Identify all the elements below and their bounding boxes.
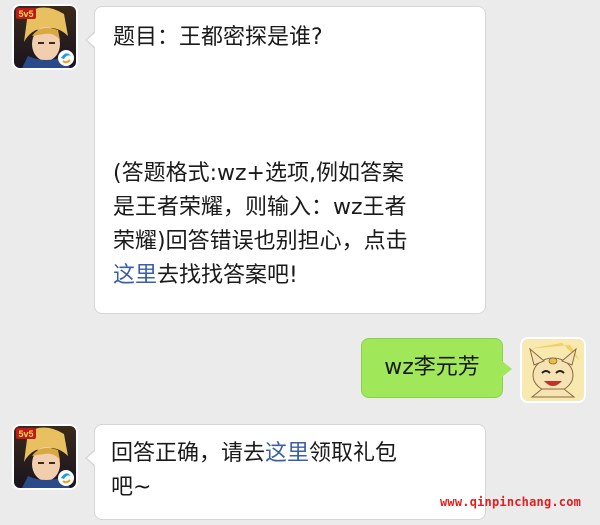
chat-area: 5v5 题目：王都密探是谁? (答题格式:wz+选项,例如答案 是王者荣耀，则输… <box>0 0 600 525</box>
game-account-avatar[interactable]: 5v5 <box>12 4 78 70</box>
find-answer-link[interactable]: 这里 <box>113 263 157 288</box>
hero-portrait-icon: 5v5 <box>14 6 76 68</box>
answer-format-line-1: (答题格式:wz+选项,例如答案 <box>113 161 404 186</box>
reply-message-bubble: 回答正确，请去这里领取礼包 吧~ <box>85 424 486 520</box>
reply-line-2: 吧~ <box>111 475 152 500</box>
question-text: 题目：王都密探是谁? <box>113 25 323 50</box>
user-answer-bubble: wz李元芳 <box>361 338 512 398</box>
reply-suffix: 领取礼包 <box>309 441 398 466</box>
site-watermark: www.qinpinchang.com <box>440 495 582 509</box>
reply-prefix: 回答正确，请去 <box>111 441 266 466</box>
answer-format-line-4: 这里去找找答案吧! <box>113 259 467 293</box>
badge-5v5-text: 5v5 <box>18 9 33 19</box>
claim-gift-link[interactable]: 这里 <box>265 441 309 466</box>
question-message-bubble: 题目：王都密探是谁? (答题格式:wz+选项,例如答案 是王者荣耀，则输入：wz… <box>85 6 486 314</box>
answer-format-line-4-rest: 去找找答案吧! <box>157 263 298 288</box>
cat-avatar-icon <box>522 339 584 401</box>
answer-format-line-2: 是王者荣耀，则输入：wz王者 <box>113 195 407 220</box>
user-avatar[interactable] <box>520 337 586 403</box>
hero-portrait-icon: 5v5 <box>14 426 76 488</box>
reply-line-1: 回答正确，请去这里领取礼包 <box>111 437 469 471</box>
user-answer-text: wz李元芳 <box>384 355 480 380</box>
game-account-avatar[interactable]: 5v5 <box>12 424 78 490</box>
badge-5v5-text: 5v5 <box>18 429 33 439</box>
answer-format-line-3: 荣耀)回答错误也别担心，点击 <box>113 229 408 254</box>
